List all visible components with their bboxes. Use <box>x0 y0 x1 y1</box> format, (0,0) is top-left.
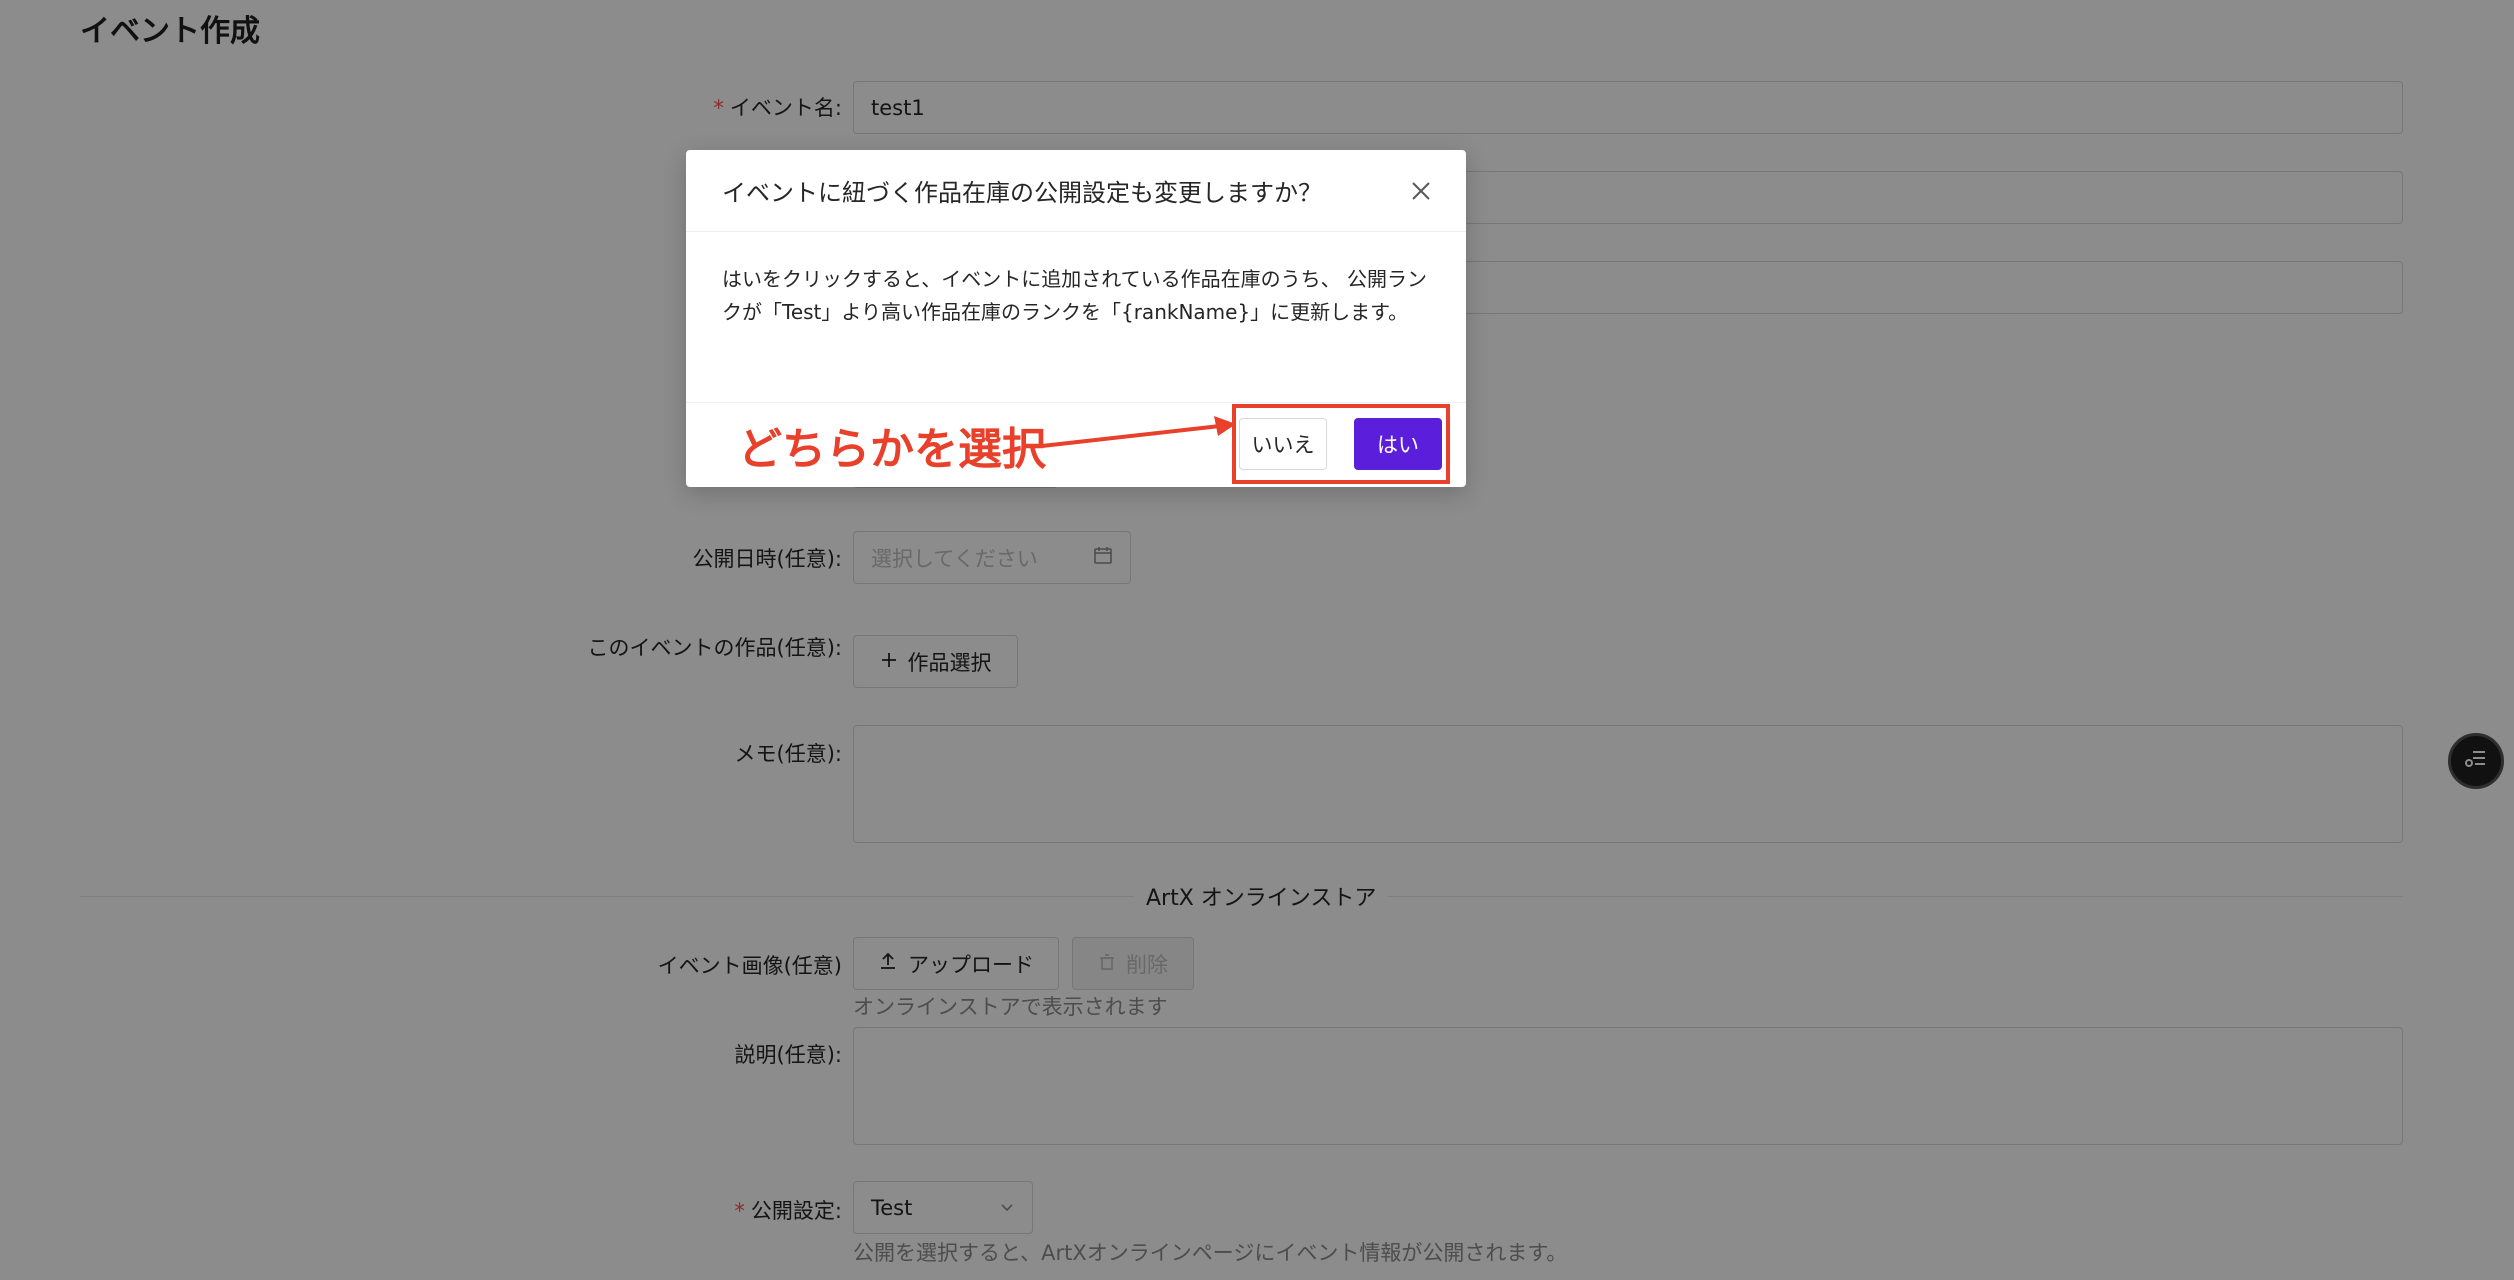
annotation-text: どちらかを選択 <box>738 424 1046 475</box>
annotation-highlight-box <box>1232 404 1450 484</box>
close-icon[interactable] <box>1404 174 1438 208</box>
modal-body-text: はいをクリックすると、イベントに追加されている作品在庫のうち、 公開ランクが「T… <box>722 267 1427 324</box>
modal-title: イベントに紐づく作品在庫の公開設定も変更しますか？ <box>722 179 1322 207</box>
annotation-arrow-icon <box>1041 416 1236 448</box>
modal-header: イベントに紐づく作品在庫の公開設定も変更しますか？ <box>686 150 1466 232</box>
